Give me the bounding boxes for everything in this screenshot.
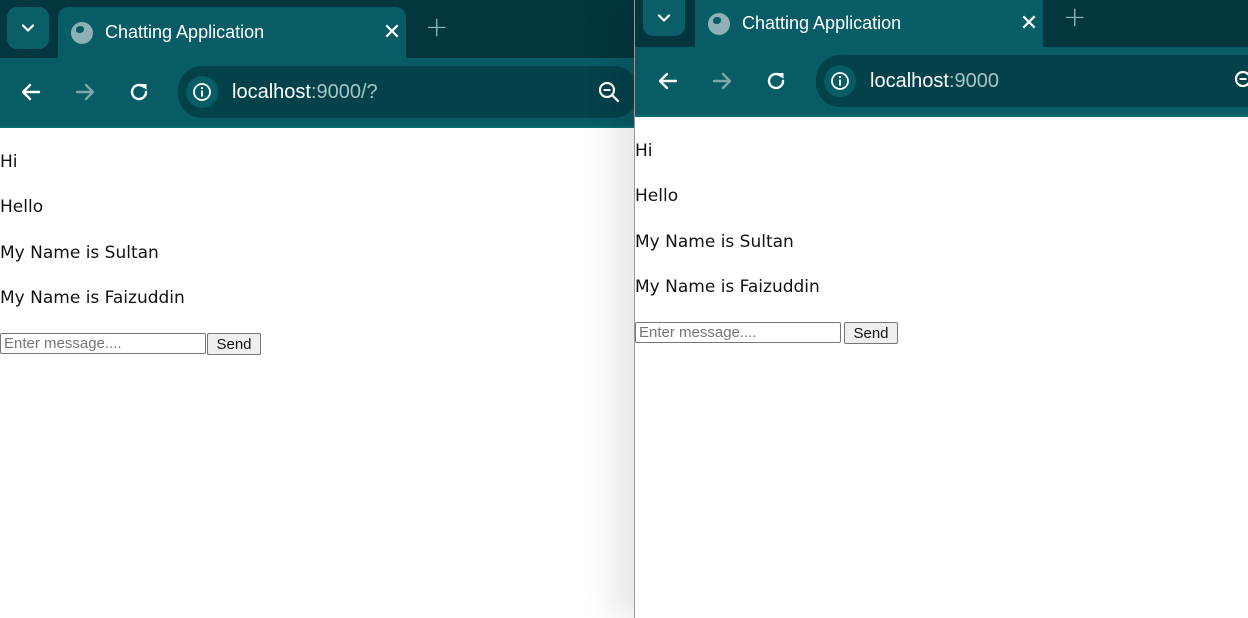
chat-message: My Name is Sultan xyxy=(635,232,794,252)
chat-message: My Name is Faizuddin xyxy=(635,277,820,297)
zoom-button[interactable] xyxy=(597,80,621,104)
reload-button[interactable] xyxy=(122,75,156,109)
page-content: Hi Hello My Name is Sultan My Name is Fa… xyxy=(0,128,634,618)
chevron-down-icon xyxy=(21,24,35,32)
chat-message: Hi xyxy=(0,152,18,172)
url-text: localhost:9000/? xyxy=(232,81,378,104)
forward-button[interactable] xyxy=(68,75,102,109)
tab-chatting-application[interactable]: Chatting Application ✕ xyxy=(58,7,406,58)
address-bar[interactable]: localhost:9000/? xyxy=(178,66,634,118)
chat-message: My Name is Sultan xyxy=(0,243,159,263)
arrow-right-icon xyxy=(75,83,95,101)
back-button[interactable] xyxy=(651,64,685,98)
tab-title: Chatting Application xyxy=(105,22,265,42)
address-bar[interactable]: localhost:9000 xyxy=(816,55,1248,107)
url-host: localhost xyxy=(232,80,311,103)
browser-window-right: Chatting Application ✕ + localhost:9000 … xyxy=(634,0,1248,618)
tab-title: Chatting Application xyxy=(742,13,902,33)
chat-message: Hi xyxy=(635,141,653,161)
globe-icon xyxy=(708,12,730,35)
arrow-left-icon xyxy=(658,72,678,90)
url-host: localhost xyxy=(870,69,949,92)
reload-button[interactable] xyxy=(759,64,793,98)
plus-icon[interactable]: + xyxy=(425,13,448,41)
tab-search-button[interactable] xyxy=(643,0,685,36)
browser-window-left: Chatting Application ✕ + localhost:9000/… xyxy=(0,0,634,618)
page-content: Hi Hello My Name is Sultan My Name is Fa… xyxy=(635,117,1248,618)
message-input[interactable] xyxy=(635,322,841,343)
close-icon[interactable]: ✕ xyxy=(1015,12,1043,35)
arrow-right-icon xyxy=(712,72,732,90)
arrow-left-icon xyxy=(21,83,41,101)
chat-message: Hello xyxy=(635,186,679,206)
plus-icon[interactable]: + xyxy=(1063,3,1086,31)
chat-message: Hello xyxy=(0,197,44,217)
chat-message: My Name is Faizuddin xyxy=(0,288,185,308)
reload-icon xyxy=(767,72,785,90)
toolbar: localhost:9000 xyxy=(635,47,1248,115)
url-rest: :9000/? xyxy=(310,80,378,103)
close-icon[interactable]: ✕ xyxy=(378,21,406,44)
globe-icon xyxy=(71,21,93,44)
send-button[interactable]: Send xyxy=(207,333,261,355)
reload-icon xyxy=(130,83,148,101)
zoom-out-icon xyxy=(1234,70,1248,88)
url-text: localhost:9000 xyxy=(870,70,999,93)
zoom-out-icon xyxy=(598,81,620,103)
tab-search-button[interactable] xyxy=(7,7,49,49)
info-icon[interactable] xyxy=(186,76,218,108)
message-input[interactable] xyxy=(0,333,206,354)
forward-button[interactable] xyxy=(705,64,739,98)
toolbar: localhost:9000/? xyxy=(0,58,634,126)
url-rest: :9000 xyxy=(948,69,999,92)
zoom-button[interactable] xyxy=(1233,69,1248,93)
tab-strip: Chatting Application ✕ + xyxy=(635,0,1248,47)
send-button[interactable]: Send xyxy=(844,322,898,344)
back-button[interactable] xyxy=(14,75,48,109)
chevron-down-icon xyxy=(657,14,671,22)
tab-chatting-application[interactable]: Chatting Application ✕ xyxy=(695,0,1043,47)
tab-strip: Chatting Application ✕ + xyxy=(0,0,634,58)
info-icon[interactable] xyxy=(824,65,856,97)
